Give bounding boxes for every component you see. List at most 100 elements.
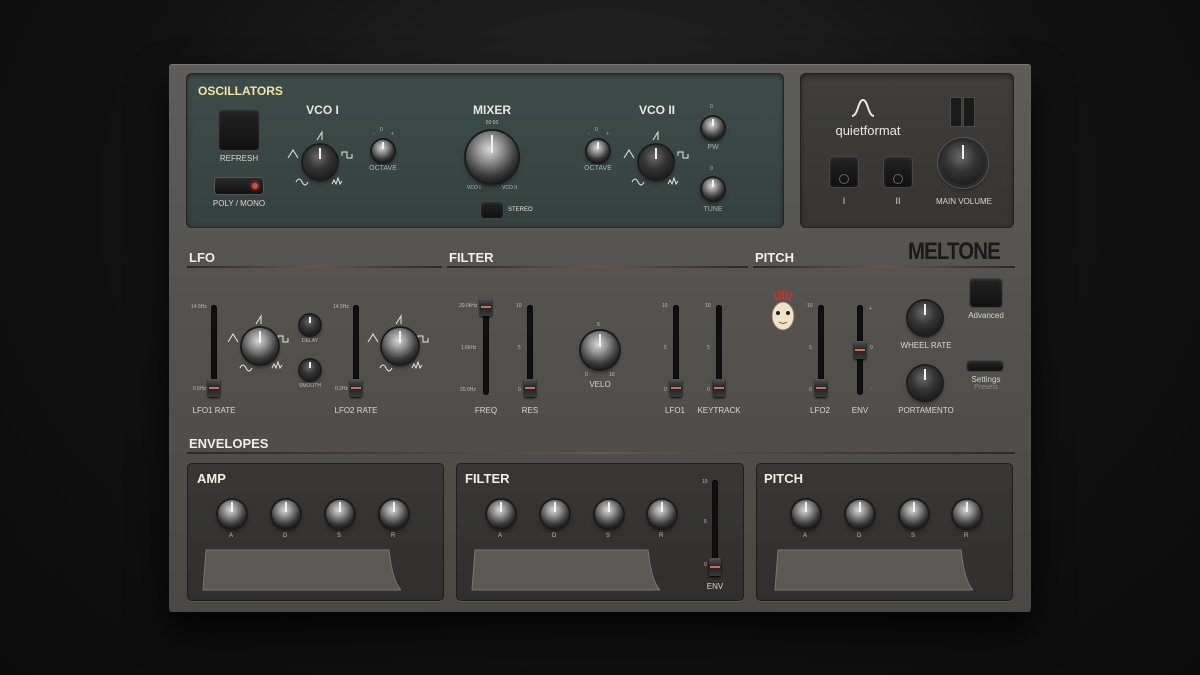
velo-knob[interactable] <box>581 331 619 369</box>
vco2-octave-minus: - <box>588 131 590 137</box>
refresh-button[interactable] <box>219 110 259 150</box>
filter-attack-knob[interactable] <box>487 500 515 528</box>
keytrack-scale-10: 10 <box>705 303 711 309</box>
amp-envelope-display <box>202 549 401 591</box>
vco1-octave-label: OCTAVE <box>369 165 397 172</box>
vco1-octave-plus: + <box>391 131 394 137</box>
pw-top: 0 <box>710 104 713 110</box>
lfo-smooth-label: SMOOTH <box>299 383 321 389</box>
pitch-a-label: A <box>803 533 808 539</box>
lfo1-rate-label: LFO1 RATE <box>192 406 236 415</box>
lfo2-rate-slider[interactable] <box>350 379 362 397</box>
lfo-rule <box>187 266 442 268</box>
freq-scale-top: 20.0kHz <box>459 303 478 309</box>
velo-scale-top: 5 <box>597 322 600 328</box>
velo-label: VELO <box>589 380 611 389</box>
wheel-rate-knob[interactable] <box>908 301 942 335</box>
pitch-r-label: R <box>964 533 969 539</box>
filter-decay-knob[interactable] <box>541 500 569 528</box>
keytrack-scale-5: 5 <box>707 345 710 351</box>
res-scale-5: 5 <box>518 345 521 351</box>
pitch-rule <box>753 266 1015 268</box>
filter-env-amount-slider[interactable] <box>709 558 721 576</box>
pitch-release-knob[interactable] <box>953 500 981 528</box>
tune-top: 0 <box>710 166 713 172</box>
amp-attack-knob[interactable] <box>218 500 246 528</box>
osc2-toggle-button[interactable] <box>884 157 912 187</box>
vco2-octave-knob[interactable] <box>587 140 609 162</box>
presets-label[interactable]: Presets <box>962 384 1010 391</box>
penv-zero: 0 <box>870 345 873 351</box>
amp-release-knob[interactable] <box>380 500 408 528</box>
pitch-attack-knob[interactable] <box>792 500 820 528</box>
pitch-lfo2-slider[interactable] <box>815 379 827 397</box>
amp-sustain-knob[interactable] <box>326 500 354 528</box>
product-logo: MELTONE <box>908 238 1001 265</box>
envelopes-title: ENVELOPES <box>189 436 269 451</box>
mixer-knob[interactable] <box>466 131 518 183</box>
filter-release-knob[interactable] <box>648 500 676 528</box>
pitch-d-label: D <box>857 533 862 539</box>
filter-r-label: R <box>659 533 664 539</box>
freq-track <box>483 305 489 395</box>
oscillators-title: OSCILLATORS <box>198 84 283 98</box>
amp-s-label: S <box>337 533 342 539</box>
filter-lfo1-label: LFO1 <box>664 406 685 415</box>
mixer-label: MIXER <box>472 103 511 117</box>
filter-envelope-title: FILTER <box>465 471 510 486</box>
settings-button[interactable] <box>967 361 1003 371</box>
pitch-decay-knob[interactable] <box>846 500 874 528</box>
vco1-label: VCO I <box>306 103 339 117</box>
stereo-button[interactable] <box>481 202 503 218</box>
pitch-lfo2-label: LFO2 <box>809 406 830 415</box>
lfo-delay-knob[interactable] <box>300 315 320 335</box>
res-scale-0: 0 <box>518 387 521 393</box>
lfo1-waveform-knob[interactable] <box>242 328 278 364</box>
lfo2-rate-label: LFO2 RATE <box>334 406 378 415</box>
flfo1-scale-0: 0 <box>664 387 667 393</box>
vco1-waveform-knob[interactable] <box>303 145 337 179</box>
vco2-octave-zero: 0 <box>595 127 598 133</box>
advanced-label: Advanced <box>968 311 1004 320</box>
keytrack-label: KEYTRACK <box>697 406 741 415</box>
plfo2-scale-0: 0 <box>809 387 812 393</box>
fenv-scale-5: 5 <box>704 519 707 525</box>
keytrack-slider[interactable] <box>713 379 725 397</box>
filter-envelope-display <box>471 549 660 591</box>
pitch-envelope-display <box>774 549 973 591</box>
quietformat-logo-icon <box>851 98 875 117</box>
tune-label: TUNE <box>703 206 723 213</box>
osc1-toggle-button[interactable] <box>830 157 858 187</box>
poly-mono-switch[interactable] <box>215 178 263 194</box>
vco1-octave-knob[interactable] <box>372 140 394 162</box>
poly-mono-led <box>252 183 258 189</box>
mixer-right-label: VCO II <box>502 185 518 191</box>
amp-decay-knob[interactable] <box>272 500 300 528</box>
freq-slider[interactable] <box>480 298 492 316</box>
mixer-center-label: 50:50 <box>485 120 499 126</box>
filter-lfo1-slider[interactable] <box>670 379 682 397</box>
portamento-knob[interactable] <box>908 366 942 400</box>
main-volume-label: MAIN VOLUME <box>935 197 992 206</box>
tune-knob[interactable] <box>702 178 724 200</box>
pitch-env-slider[interactable] <box>854 341 866 359</box>
lfo2-waveform-knob[interactable] <box>382 328 418 364</box>
lfo-title: LFO <box>189 250 215 265</box>
stereo-label: STEREO <box>508 207 533 213</box>
wheel-rate-label: WHEEL RATE <box>900 341 952 350</box>
company-logo-text: quietformat <box>835 123 901 138</box>
vco2-waveform-knob[interactable] <box>639 145 673 179</box>
advanced-button[interactable] <box>970 279 1002 307</box>
main-volume-knob[interactable] <box>941 141 985 185</box>
vco1-octave-zero: 0 <box>380 127 383 133</box>
mixer-left-label: VCO I <box>467 185 481 191</box>
osc1-toggle-label: I <box>842 196 846 206</box>
filter-sustain-knob[interactable] <box>595 500 623 528</box>
pw-knob[interactable] <box>702 117 724 139</box>
lfo1-rate-slider[interactable] <box>208 379 220 397</box>
penv-plus: + <box>869 306 872 312</box>
lfo-smooth-knob[interactable] <box>300 360 320 380</box>
pitch-sustain-knob[interactable] <box>900 500 928 528</box>
pitch-envelope-title: PITCH <box>764 471 803 486</box>
res-slider[interactable] <box>524 379 536 397</box>
